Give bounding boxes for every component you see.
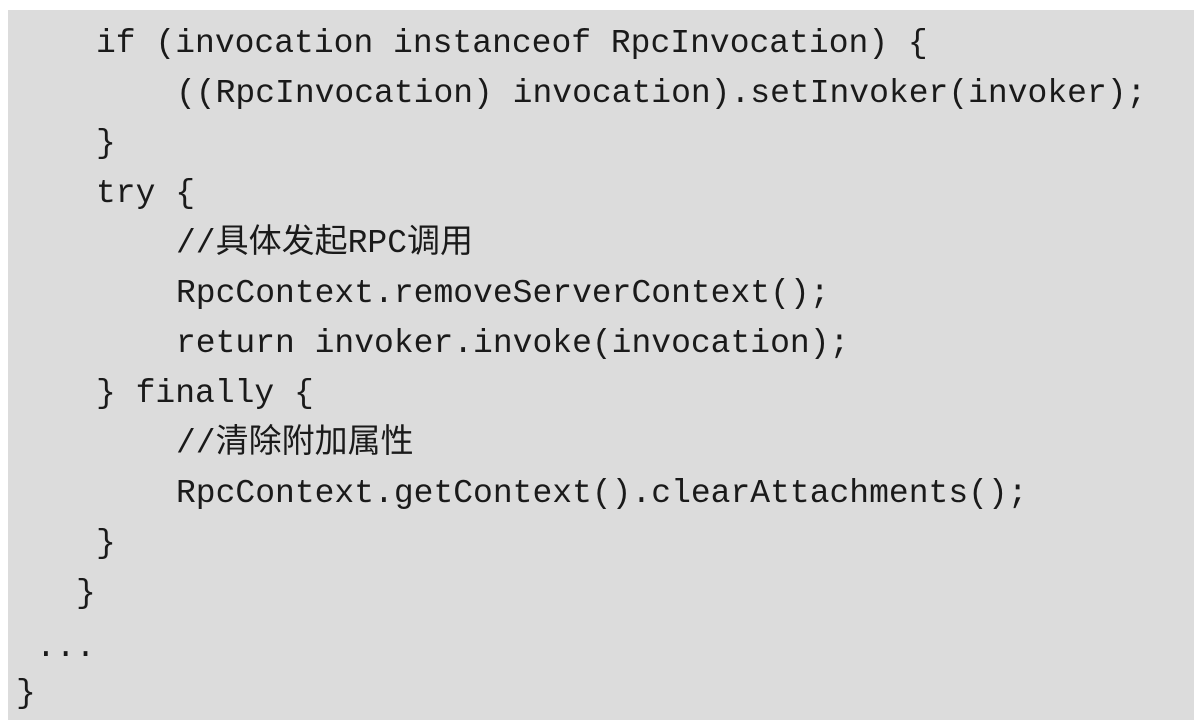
code-line: } — [96, 125, 116, 162]
code-block: if (invocation instanceof RpcInvocation)… — [8, 10, 1194, 720]
code-line: } — [76, 575, 96, 612]
code-line: ((RpcInvocation) invocation).setInvoker(… — [176, 75, 1147, 112]
code-comment: //清除附加属性 — [176, 425, 414, 462]
code-line: } finally { — [96, 375, 314, 412]
code-line: RpcContext.getContext().clearAttachments… — [176, 475, 1028, 512]
code-line: if (invocation instanceof RpcInvocation)… — [96, 25, 928, 62]
code-ellipsis: ... — [36, 629, 96, 666]
code-line: } — [96, 525, 116, 562]
code-line: try { — [96, 175, 196, 212]
code-line: RpcContext.removeServerContext(); — [176, 275, 830, 312]
code-comment: //具体发起RPC调用 — [176, 225, 474, 262]
code-line: return invoker.invoke(invocation); — [176, 325, 850, 362]
code-line: } — [16, 675, 36, 712]
